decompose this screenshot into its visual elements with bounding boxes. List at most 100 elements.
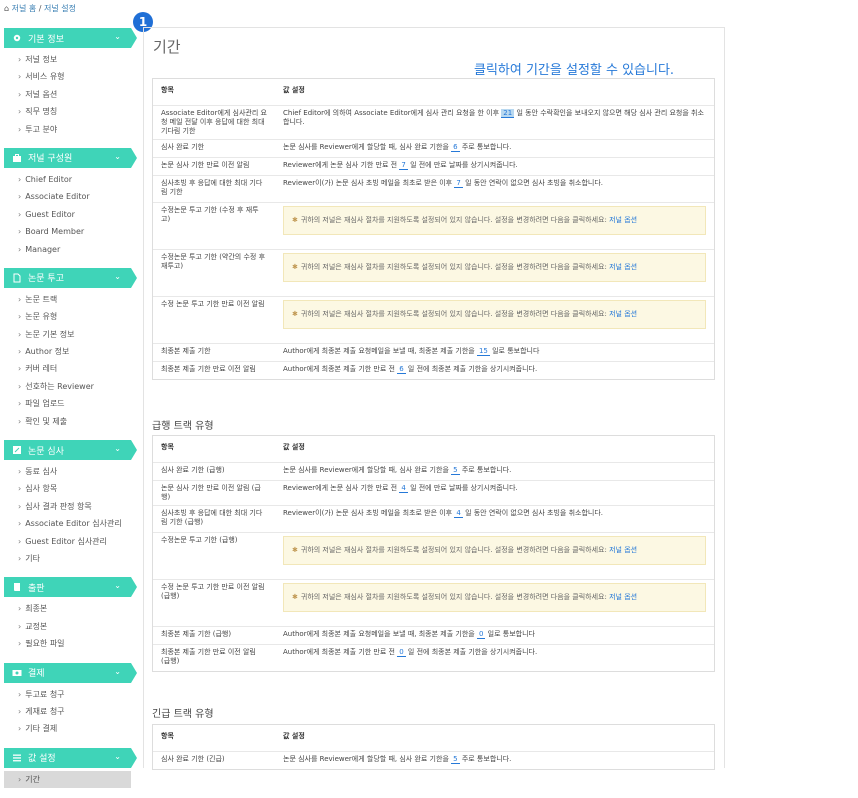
sidebar-item[interactable]: › 투고 분야	[4, 121, 131, 138]
row-label: 최종본 제출 기한 만료 이전 알림 (급행)	[153, 644, 275, 671]
breadcrumb-home-link[interactable]: 저널 홈	[12, 4, 37, 13]
sidebar-item[interactable]: › Author 정보	[4, 343, 131, 360]
fast-track-title: 급행 트랙 유형	[152, 421, 214, 432]
journal-options-link[interactable]: 저널 옵션	[609, 310, 637, 318]
sidebar-item[interactable]: › Guest Editor 심사관리	[4, 533, 131, 550]
sidebar-item[interactable]: › Guest Editor	[4, 206, 131, 223]
sidebar-section-4[interactable]: 출판 ⌄	[4, 577, 137, 598]
sidebar-item[interactable]: › 기타	[4, 550, 131, 567]
sidebar-item[interactable]: › Associate Editor 심사관리	[4, 515, 131, 532]
row-value: ✱ 귀하의 저널은 재심사 절차를 지원하도록 설정되어 있지 않습니다. 설정을…	[275, 579, 714, 627]
journal-options-link[interactable]: 저널 옵션	[609, 263, 637, 271]
sidebar-item[interactable]: › 저널 정보	[4, 51, 131, 68]
sidebar-section-1[interactable]: 저널 구성원 ⌄	[4, 147, 137, 168]
row-value: 논문 심사를 Reviewer에게 할당할 때, 심사 완료 기한을 5 주로 …	[275, 751, 714, 769]
period-value-link[interactable]: 21	[501, 109, 515, 118]
value-text-after: 주로 통보합니다.	[461, 143, 512, 151]
row-label: 심사 완료 기한 (긴급)	[153, 751, 275, 769]
sidebar-item[interactable]: › 교정본	[4, 618, 131, 635]
value-text-before: Reviewer이(가) 논문 심사 초빙 메일을 최초로 받은 이후	[283, 179, 453, 187]
sidebar-item[interactable]: › Associate Editor	[4, 188, 131, 205]
row-label: 최종본 제출 기한 (급행)	[153, 626, 275, 645]
chevron-right-icon: ›	[18, 416, 22, 426]
sidebar-item-label: Manager	[25, 244, 61, 254]
sidebar-item[interactable]: › 서비스 유형	[4, 68, 131, 85]
sidebar-item[interactable]: › 기타 결제	[4, 720, 131, 737]
value-text-before: 논문 심사를 Reviewer에게 할당할 때, 심사 완료 기한을	[283, 143, 449, 151]
journal-options-link[interactable]: 저널 옵션	[609, 546, 637, 554]
sidebar-item[interactable]: › 논문 트랙	[4, 291, 131, 308]
asterisk-icon: ✱	[292, 263, 298, 271]
sidebar-section-3[interactable]: 논문 심사 ⌄	[4, 440, 137, 461]
period-value-link[interactable]: 15	[476, 347, 490, 356]
breadcrumb-current-link[interactable]: 저널 설정	[44, 4, 76, 13]
sidebar-item[interactable]: › 심사 결과 판정 항목	[4, 498, 131, 515]
period-value-link[interactable]: 5	[451, 755, 460, 764]
chevron-right-icon: ›	[18, 621, 22, 631]
row-value: Reviewer이(가) 논문 심사 초빙 메일을 최초로 받은 이후 4 일 …	[275, 505, 714, 533]
sidebar-item[interactable]: › Manager	[4, 241, 131, 258]
value-text-before: 논문 심사를 Reviewer에게 할당할 때, 심사 완료 기한을	[283, 755, 449, 763]
table-row: Associate Editor에게 심사관리 요청 메일 전달 이후 응답에 …	[153, 105, 714, 140]
chevron-right-icon: ›	[18, 192, 22, 202]
sidebar-item[interactable]: › 논문 유형	[4, 308, 131, 325]
row-value: Author에게 최종본 제출 기한 만료 전 6 일 전에 최종본 제출 기한…	[275, 361, 714, 379]
table-row: 논문 심사 기한 만료 이전 알림 Reviewer에게 논문 심사 기한 만료 …	[153, 157, 714, 176]
settings-table: 항목 값 설정 Associate Editor에게 심사관리 요청 메일 전달 이…	[153, 79, 714, 379]
sidebar-item[interactable]: › 동료 심사	[4, 463, 131, 480]
sidebar-item[interactable]: › 파일 업로드	[4, 395, 131, 412]
sidebar-section-items: › 저널 정보 › 서비스 유형 › 저널 옵션 › 직무 명칭 › 투고 분야	[4, 51, 131, 138]
sidebar-item[interactable]: › 최종본	[4, 600, 131, 617]
sidebar-item[interactable]: › 확인 및 제출	[4, 413, 131, 430]
journal-options-link[interactable]: 저널 옵션	[609, 216, 637, 224]
period-value-link[interactable]: 0	[397, 648, 406, 657]
row-value: 논문 심사를 Reviewer에게 할당할 때, 심사 완료 기한을 5 주로 …	[275, 462, 714, 481]
sidebar-item[interactable]: › 게재료 청구	[4, 703, 131, 720]
sidebar-section-5[interactable]: 결제 ⌄	[4, 662, 137, 683]
table-row: 수정논문 투고 기한 (급행) ✱ 귀하의 저널은 재심사 절차를 지원하도록 설정…	[153, 532, 714, 580]
chevron-right-icon: ›	[18, 329, 22, 339]
sidebar-item-label: 심사 결과 판정 항목	[25, 501, 92, 511]
sidebar-item[interactable]: › 필요한 파일	[4, 635, 131, 652]
warning-text: 귀하의 저널은 재심사 절차를 지원하도록 설정되어 있지 않습니다. 설정을 …	[300, 263, 607, 271]
period-value-link[interactable]: 6	[451, 143, 460, 152]
period-value-link[interactable]: 7	[454, 179, 463, 188]
sidebar-section-0[interactable]: 기본 정보 ⌄	[4, 28, 137, 48]
row-value: Reviewer에게 논문 심사 기한 만료 전 7 일 전에 만료 날짜를 상…	[275, 157, 714, 176]
period-value-link[interactable]: 5	[451, 466, 460, 475]
table-row: 최종본 제출 기한 (급행) Author에게 최종본 제출 요청메일을 보낼 때…	[153, 626, 714, 645]
table-row: 논문 심사 기한 만료 이전 알림 (급행) Reviewer에게 논문 심사 기…	[153, 480, 714, 506]
row-value: ✱ 귀하의 저널은 재심사 절차를 지원하도록 설정되어 있지 않습니다. 설정을…	[275, 249, 714, 297]
sidebar-item[interactable]: › Chief Editor	[4, 171, 131, 188]
main-panel: 기간 클릭하여 기간을 설정할 수 있습니다. 항목 값 설정 Associate …	[143, 27, 725, 770]
warning-box: ✱ 귀하의 저널은 재심사 절차를 지원하도록 설정되어 있지 않습니다. 설정을…	[283, 206, 706, 235]
period-value-link[interactable]: 4	[454, 509, 463, 518]
edit-icon	[12, 445, 22, 455]
sidebar-item[interactable]: › 커버 레터	[4, 360, 131, 377]
sidebar-item-label: 게재료 청구	[25, 706, 65, 716]
chevron-right-icon: ›	[18, 227, 22, 237]
period-value-link[interactable]: 6	[397, 365, 406, 374]
journal-options-link[interactable]: 저널 옵션	[609, 593, 637, 601]
sidebar-item[interactable]: › 논문 기본 정보	[4, 326, 131, 343]
value-text-after: 일 동안 연락이 없으면 심사 초빙을 취소합니다.	[465, 509, 603, 517]
sidebar-item[interactable]: › 선호하는 Reviewer	[4, 378, 131, 395]
sidebar-item-label: 확인 및 제출	[25, 416, 68, 426]
table-header-row: 항목 값 설정	[153, 79, 714, 106]
warning-text: 귀하의 저널은 재심사 절차를 지원하도록 설정되어 있지 않습니다. 설정을 …	[300, 593, 607, 601]
sidebar-item[interactable]: › Board Member	[4, 223, 131, 240]
sidebar-item[interactable]: › 저널 옵션	[4, 86, 131, 103]
sidebar-item[interactable]: › 직무 명칭	[4, 103, 131, 120]
hint-text: 클릭하여 기간을 설정할 수 있습니다.	[474, 63, 675, 78]
sidebar-section-2[interactable]: 논문 투고 ⌄	[4, 267, 137, 288]
value-text-after: 주로 통보합니다.	[461, 755, 512, 763]
sidebar-item[interactable]: › 투고료 청구	[4, 686, 131, 703]
sidebar-item[interactable]: › 심사 항목	[4, 480, 131, 497]
period-value-link[interactable]: 7	[399, 161, 408, 170]
sidebar-item-label: 저널 옵션	[25, 89, 58, 99]
table-header-cell: 항목	[161, 732, 174, 740]
sidebar-item[interactable]: › 기간	[4, 770, 131, 789]
period-value-link[interactable]: 0	[476, 630, 486, 639]
row-value: Chief Editor에 의하여 Associate Editor에게 심사 …	[275, 105, 714, 140]
period-value-link[interactable]: 4	[399, 484, 408, 493]
